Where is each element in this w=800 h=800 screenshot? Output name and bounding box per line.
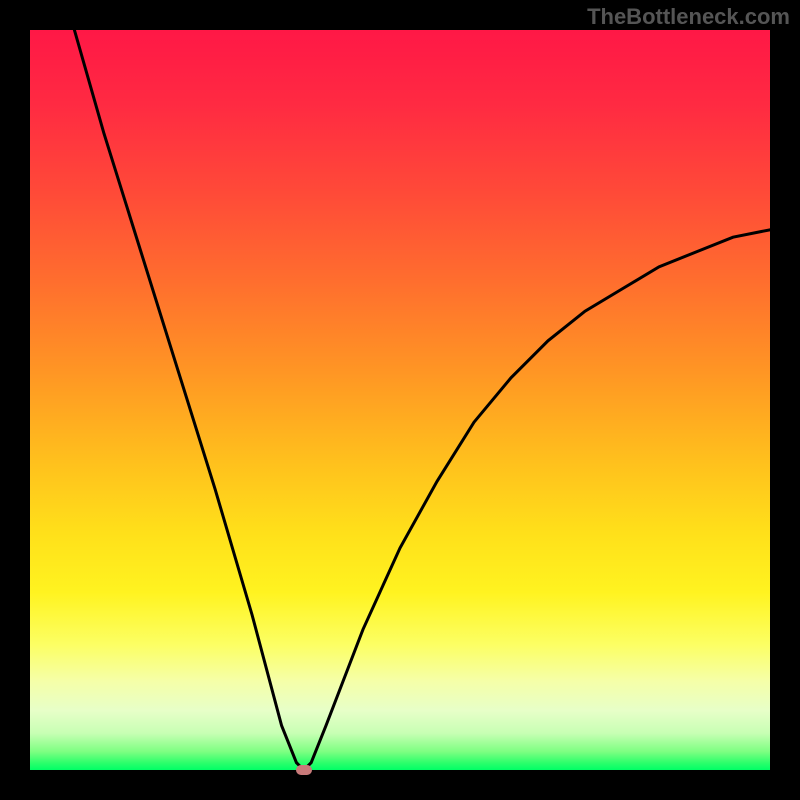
optimal-marker bbox=[296, 765, 312, 775]
watermark-text: TheBottleneck.com bbox=[587, 4, 790, 30]
plot-area bbox=[30, 30, 770, 770]
curve-svg bbox=[30, 30, 770, 770]
bottleneck-curve bbox=[74, 30, 770, 770]
